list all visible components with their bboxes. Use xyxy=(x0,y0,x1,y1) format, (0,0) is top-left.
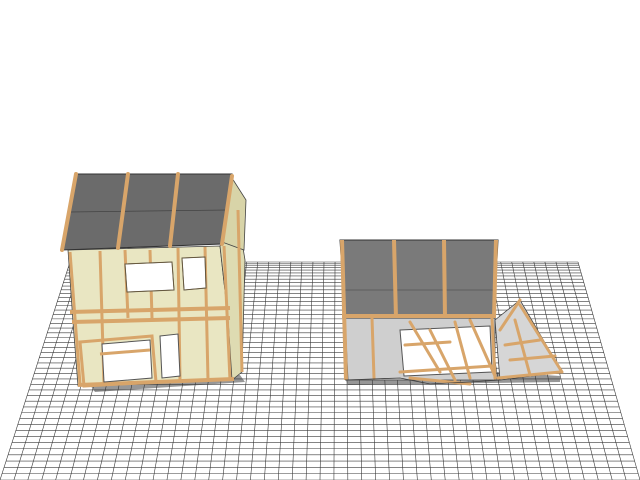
simulation-scene xyxy=(0,0,640,480)
left-house xyxy=(60,172,247,392)
right-house-roof xyxy=(339,239,499,319)
